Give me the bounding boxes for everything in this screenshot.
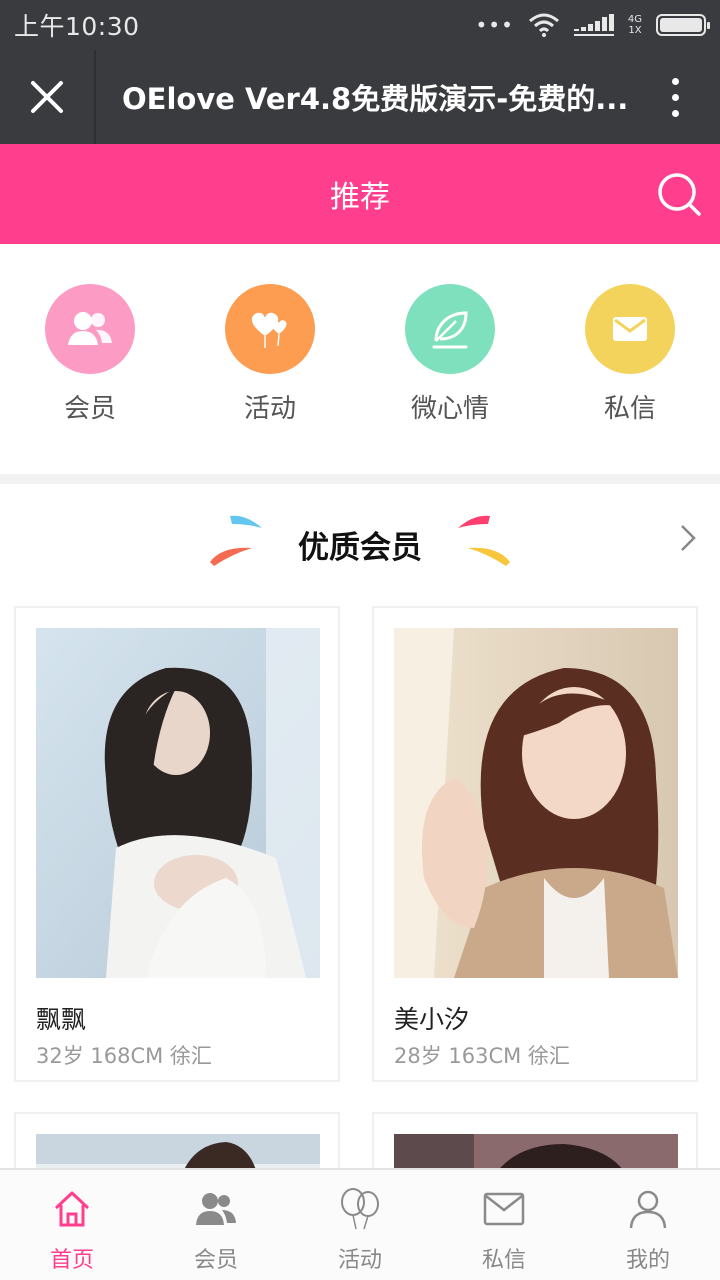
notification-dots: ••• <box>475 13 514 37</box>
member-info: 32岁 168CM 徐汇 <box>36 1044 212 1068</box>
quick-link-mood[interactable]: 微心情 <box>360 284 540 425</box>
section-header: 优质会员 <box>0 484 720 604</box>
status-time: 上午10:30 <box>14 12 140 41</box>
quick-link-activities[interactable]: 活动 <box>180 284 360 425</box>
network-1x: 1X <box>628 25 642 36</box>
section-title: 优质会员 <box>298 530 422 566</box>
more-menu-button[interactable] <box>630 50 720 144</box>
quick-link-label: 私信 <box>603 394 656 424</box>
balloon-icon <box>341 1188 379 1230</box>
home-icon <box>54 1191 90 1227</box>
network-4g: 4G <box>627 14 642 25</box>
status-bar: 上午10:30 ••• 4G 1X <box>0 0 720 50</box>
quick-link-label: 活动 <box>243 394 296 424</box>
user-icon <box>629 1190 667 1229</box>
recommend-header: 推荐 <box>0 144 720 244</box>
search-icon[interactable] <box>656 171 702 217</box>
decoration-swoosh-right <box>458 515 510 566</box>
nav-label: 活动 <box>337 1248 382 1273</box>
network-type: 4G 1X <box>628 14 642 36</box>
nav-messages[interactable]: 私信 <box>432 1170 576 1280</box>
nav-profile[interactable]: 我的 <box>576 1170 720 1280</box>
wifi-icon <box>528 13 559 37</box>
quick-links: 会员 活动 微心情 私信 <box>0 244 720 474</box>
quick-link-members[interactable]: 会员 <box>0 284 180 425</box>
quick-link-label: 微心情 <box>410 394 489 424</box>
member-card[interactable]: 飘飘 32岁 168CM 徐汇 <box>14 606 340 1082</box>
nav-label: 会员 <box>193 1248 238 1273</box>
member-info: 28岁 163CM 徐汇 <box>394 1044 570 1068</box>
bottom-nav: 首页 会员 活动 私信 我的 <box>0 1168 720 1280</box>
title-bar: OElove Ver4.8免费版演示-免费的... <box>0 50 720 144</box>
member-photo[interactable] <box>36 628 320 978</box>
nav-label: 我的 <box>625 1248 670 1273</box>
nav-label: 首页 <box>49 1248 94 1273</box>
member-name: 美小汐 <box>394 1005 470 1034</box>
header-title: 推荐 <box>330 180 390 215</box>
signal-icon <box>573 14 614 36</box>
member-photo[interactable] <box>394 628 678 978</box>
mail-icon <box>585 284 675 374</box>
member-name: 飘飘 <box>36 1005 87 1034</box>
nav-activities[interactable]: 活动 <box>288 1170 432 1280</box>
feather-icon <box>405 284 495 374</box>
quick-link-messages[interactable]: 私信 <box>540 284 720 425</box>
close-icon <box>31 81 63 113</box>
nav-home[interactable]: 首页 <box>0 1170 144 1280</box>
featured-members-section: 优质会员 飘飘 32岁 168CM 徐汇 美小汐 28岁 163CM 徐汇 <box>0 484 720 1194</box>
battery-icon <box>656 14 710 36</box>
mail-icon <box>483 1192 525 1226</box>
nav-label: 私信 <box>481 1248 526 1273</box>
nav-members[interactable]: 会员 <box>144 1170 288 1280</box>
members-icon <box>196 1193 236 1225</box>
page-title: OElove Ver4.8免费版演示-免费的... <box>122 82 629 116</box>
close-button[interactable] <box>0 50 96 144</box>
balloon-hearts-icon <box>225 284 315 374</box>
members-icon <box>45 284 135 374</box>
quick-link-label: 会员 <box>63 394 116 424</box>
member-card[interactable]: 美小汐 28岁 163CM 徐汇 <box>372 606 698 1082</box>
chevron-right-icon[interactable] <box>680 524 696 552</box>
